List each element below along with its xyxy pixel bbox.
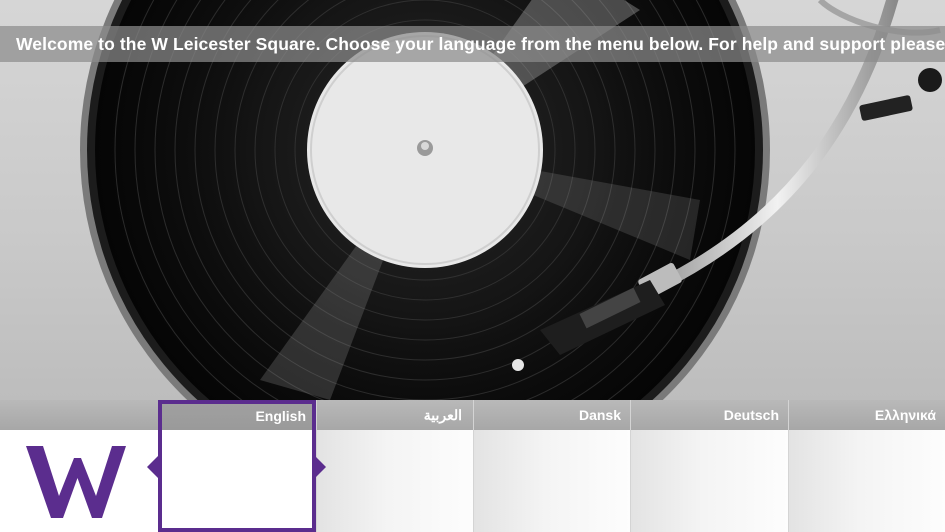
language-label: Ελληνικά (874, 407, 936, 423)
language-option-english[interactable]: English (158, 400, 316, 532)
language-menu: English العربية Dansk Deutsch Ελληνικά (0, 400, 945, 532)
language-option-danish[interactable]: Dansk (473, 400, 631, 532)
language-label: Deutsch (723, 407, 779, 423)
w-hotels-logo (26, 446, 126, 518)
welcome-message: Welcome to the W Leicester Square. Choos… (16, 33, 945, 54)
language-option-greek[interactable]: Ελληνικά (788, 400, 945, 532)
language-label: English (255, 408, 306, 424)
language-option-german[interactable]: Deutsch (630, 400, 789, 532)
language-label: العربية (423, 407, 462, 423)
language-option-arabic[interactable]: العربية (316, 400, 474, 532)
language-label: Dansk (578, 407, 621, 423)
welcome-banner: Welcome to the W Leicester Square. Choos… (0, 26, 945, 62)
selection-arrow-left-icon (147, 455, 159, 479)
selection-arrow-right-icon (314, 455, 326, 479)
brand-panel (0, 430, 158, 532)
